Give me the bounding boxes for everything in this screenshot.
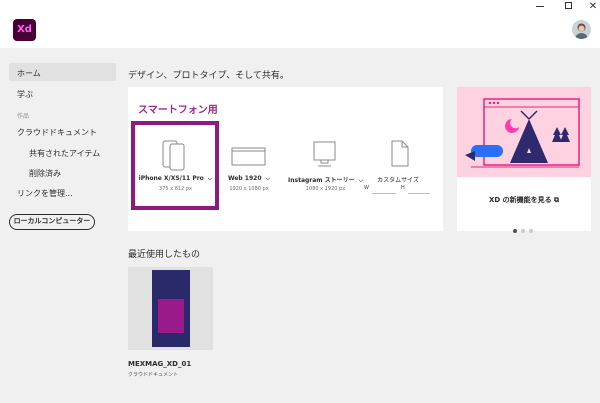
height-label: H — [401, 185, 405, 191]
title-bar: Xd ✕ — [0, 0, 600, 48]
recent-file-name[interactable]: MEXMAG_XD_01 — [128, 360, 191, 368]
promo-illustration — [457, 87, 591, 177]
chevron-down-icon[interactable]: ⌵ — [359, 177, 364, 184]
chevron-down-icon[interactable]: ⌵ — [208, 175, 213, 182]
presets-card: スマートフォン用 iPhone X/XS/11 Pro ⌵ 375 x 812 p… — [128, 87, 443, 231]
minimize-icon — [536, 5, 544, 7]
sidebar-item-home[interactable]: ホーム — [9, 63, 116, 81]
carousel-dots — [513, 218, 537, 237]
minimize-button[interactable] — [530, 0, 550, 14]
document-preview — [152, 270, 190, 347]
document-preview-block — [158, 299, 184, 333]
preset-iphone[interactable]: iPhone X/XS/11 Pro ⌵ — [138, 175, 213, 183]
maximize-icon — [564, 2, 572, 9]
preset-web[interactable]: Web 1920 ⌵ — [218, 175, 280, 183]
width-input[interactable] — [372, 193, 396, 194]
presets-title: スマートフォン用 — [138, 105, 218, 116]
web-icon[interactable] — [231, 147, 267, 171]
recent-file-location: クラウドドキュメント — [128, 372, 179, 378]
sidebar: ホーム 学ぶ 作品 クラウドドキュメント 共有されたアイテム 削除済み リンクを… — [0, 48, 118, 403]
xd-logo: Xd — [13, 19, 36, 41]
recent-title: 最近使用したもの — [128, 250, 201, 260]
carousel-dot[interactable] — [529, 229, 533, 233]
user-avatar-icon — [575, 23, 588, 39]
height-input[interactable] — [408, 193, 430, 194]
preset-instagram-size: 1080 x 1920 px — [305, 186, 346, 192]
width-label: W — [364, 185, 369, 191]
page-title: デザイン、プロトタイプ、そして共有。 — [128, 71, 289, 81]
whats-new-card[interactable] — [457, 87, 591, 231]
chevron-down-icon[interactable]: ⌵ — [266, 175, 271, 182]
carousel-dot[interactable] — [521, 229, 525, 233]
sidebar-item-cloud-documents[interactable]: クラウドドキュメント — [17, 127, 97, 138]
avatar[interactable] — [572, 20, 591, 39]
sidebar-item-learn[interactable]: 学ぶ — [17, 89, 33, 100]
preset-iphone-label: iPhone X/XS/11 Pro — [138, 175, 204, 182]
custom-size-icon[interactable] — [390, 139, 410, 173]
preset-custom-label: カスタムサイズ — [377, 177, 419, 184]
local-computer-button[interactable]: ローカルコンピューター — [9, 214, 95, 230]
sidebar-item-manage-links[interactable]: リンクを管理... — [17, 188, 73, 199]
maximize-button[interactable] — [558, 0, 578, 14]
preset-instagram[interactable]: Instagram ストーリー ⌵ — [288, 175, 363, 185]
carousel-dot[interactable] — [513, 229, 517, 233]
preset-iphone-size: 375 x 812 px — [159, 186, 192, 192]
whats-new-link[interactable]: XD の新機能を見る ⧉ — [457, 195, 591, 205]
external-link-icon: ⧉ — [554, 196, 560, 204]
instagram-icon[interactable] — [311, 139, 337, 173]
phone-icon[interactable] — [159, 139, 189, 175]
whats-new-label: XD の新機能を見る — [488, 196, 552, 204]
close-button[interactable]: ✕ — [583, 0, 600, 14]
sidebar-section-works: 作品 — [17, 113, 30, 120]
sidebar-item-deleted[interactable]: 削除済み — [29, 168, 61, 179]
preset-instagram-label: Instagram ストーリー — [288, 177, 355, 184]
preset-web-label: Web 1920 — [227, 175, 262, 182]
recent-file-thumbnail[interactable] — [128, 267, 213, 350]
sidebar-item-shared[interactable]: 共有されたアイテム — [29, 148, 100, 159]
preset-web-size: 1920 x 1080 px — [229, 186, 269, 192]
